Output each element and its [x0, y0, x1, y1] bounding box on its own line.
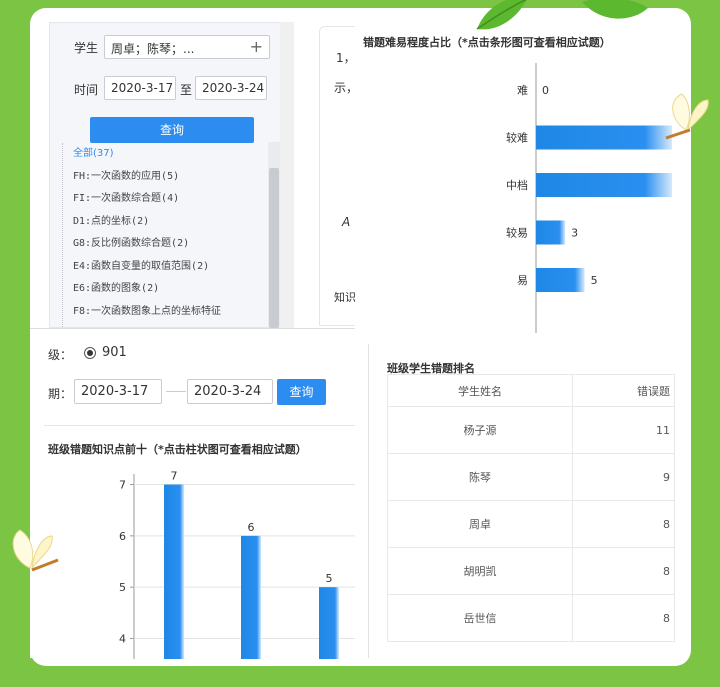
butterfly-icon [12, 529, 59, 572]
bar[interactable] [241, 535, 261, 659]
table-row[interactable]: 岳世信 8 [387, 594, 675, 642]
tree-item[interactable]: FI:一次函数综合题(4) [73, 188, 267, 211]
period-label: 期： [48, 387, 73, 401]
category-label: 难 [517, 84, 528, 97]
student-name: 岳世信 [387, 594, 573, 642]
plus-icon[interactable]: + [250, 37, 263, 56]
bar[interactable] [319, 587, 339, 659]
butterfly-icon [665, 93, 709, 140]
wechat-watermark: 孝感外国语学校初中部 [480, 642, 700, 668]
date-range-divider [166, 391, 186, 392]
question-text-3: A [342, 215, 351, 229]
tree-item[interactable]: E6:函数的图象(2) [73, 278, 267, 301]
radio-dot-icon [87, 350, 93, 356]
error-count: 11 [572, 406, 675, 454]
class-value: 901 [102, 345, 127, 360]
y-tick-label: 5 [119, 581, 126, 594]
question-text-4: 知识 [334, 291, 356, 304]
class-radio[interactable] [84, 347, 96, 359]
leaf-icon [476, 0, 527, 30]
difficulty-chart-panel: 错题难易程度占比（*点击条形图可查看相应试题） 难 0 较难 中档 较易 3 易 5 [355, 26, 674, 338]
time-label: 时间 [74, 83, 99, 97]
start-date-input[interactable]: 2020-3-17 [104, 76, 176, 100]
ranking-table: 学生姓名 错误题 杨子源 11 陈琴 9 周卓 8 胡明凯 8 岳世信 8 [387, 374, 675, 642]
col-header-count: 错误题 [572, 374, 675, 407]
class-chart-panel: 级： 901 期： 2020-3-17 2020-3-24 查询 班级错题知识点… [30, 328, 355, 659]
table-row[interactable]: 胡明凯 8 [387, 547, 675, 595]
panel-divider [280, 22, 294, 328]
data-label: 3 [571, 227, 578, 240]
student-label: 学生 [74, 41, 99, 55]
difficulty-bar-chart: 难 0 较难中档较易 3 易 5 [506, 63, 672, 333]
class-chart-title: 班级错题知识点前十（*点击柱状图可查看相应试题） [48, 443, 307, 456]
table-row[interactable]: 杨子源 11 [387, 406, 675, 454]
data-label: 7 [171, 470, 178, 483]
class-start-date-input[interactable]: 2020-3-17 [74, 379, 162, 404]
section-divider [44, 425, 355, 426]
tree-scroll-thumb[interactable] [269, 168, 279, 328]
bar[interactable] [536, 173, 672, 197]
tree-item[interactable]: 全部(37) [73, 143, 267, 166]
class-query-button[interactable]: 查询 [277, 379, 326, 405]
category-label: 较难 [506, 131, 528, 145]
student-name: 杨子源 [387, 406, 573, 454]
table-row[interactable]: 陈琴 9 [387, 453, 675, 501]
data-label: 5 [591, 274, 598, 287]
data-label: 0 [542, 84, 549, 97]
bar[interactable] [536, 220, 566, 245]
error-count: 8 [572, 594, 675, 642]
student-select[interactable]: 周卓；陈琴；... + [104, 35, 270, 59]
table-row[interactable]: 周卓 8 [387, 500, 675, 548]
question-panel: 1， 示， A 知识 [319, 26, 359, 326]
error-count: 8 [572, 500, 675, 548]
y-tick-label: 6 [119, 530, 126, 543]
knowledge-tree: 全部(37) FH:一次函数的应用(5) FI:一次函数综合题(4) D1:点的… [62, 143, 267, 329]
tree-item[interactable]: E4:函数自变量的取值范围(2) [73, 256, 267, 279]
tree-item[interactable]: D1:点的坐标(2) [73, 211, 267, 234]
data-label: 6 [248, 521, 255, 534]
student-name: 陈琴 [387, 453, 573, 501]
date-separator: 至 [180, 83, 193, 97]
end-date-input[interactable]: 2020-3-24 [195, 76, 267, 100]
category-label: 较易 [506, 226, 528, 240]
col-header-name: 学生姓名 [387, 374, 573, 407]
tree-item[interactable]: G8:反比例函数综合题(2) [73, 233, 267, 256]
error-count: 9 [572, 453, 675, 501]
y-tick-label: 7 [119, 479, 126, 492]
leaf-icon [582, 0, 648, 19]
data-label: 5 [326, 572, 333, 585]
bar[interactable] [536, 125, 672, 150]
watermark-text: 孝感外国语学校初中部 [512, 648, 673, 667]
tree-item[interactable]: FH:一次函数的应用(5) [73, 166, 267, 189]
category-label: 中档 [506, 178, 528, 192]
student-filter-panel: 学生 周卓；陈琴；... + 时间 2020-3-17 至 2020-3-24 … [49, 22, 293, 329]
table-header-row: 学生姓名 错误题 [387, 374, 675, 407]
tree-item[interactable]: F8:一次函数图象上点的坐标特征 [73, 301, 267, 324]
class-label: 级： [48, 348, 73, 362]
category-label: 易 [517, 274, 528, 287]
student-name: 周卓 [387, 500, 573, 548]
student-select-value: 周卓；陈琴；... [111, 42, 195, 56]
error-count: 8 [572, 547, 675, 595]
ranking-panel: 班级学生错题排名 学生姓名 错误题 杨子源 11 陈琴 9 周卓 8 胡明凯 8… [368, 344, 675, 658]
bar[interactable] [536, 268, 585, 292]
query-button[interactable]: 查询 [90, 117, 254, 143]
bar[interactable] [164, 484, 184, 659]
knowledge-column-chart: 4 5 6 7 7 6 5 [119, 470, 355, 659]
question-text-1: 1， [336, 51, 356, 65]
wechat-icon [480, 644, 504, 663]
student-name: 胡明凯 [387, 547, 573, 595]
y-tick-label: 4 [119, 632, 126, 645]
class-end-date-input[interactable]: 2020-3-24 [187, 379, 273, 404]
